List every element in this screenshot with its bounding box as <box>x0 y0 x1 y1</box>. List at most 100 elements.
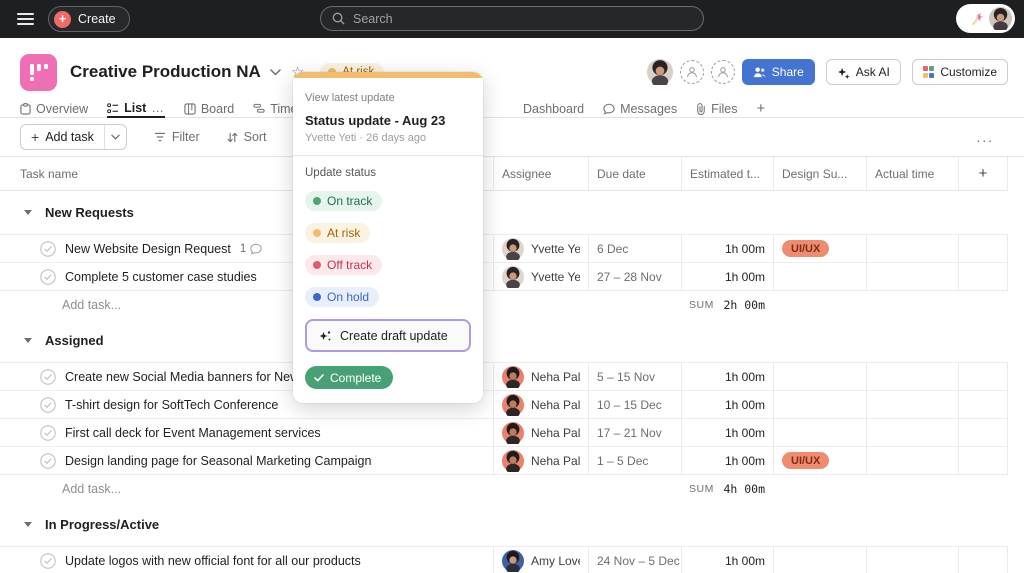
column-header-assignee[interactable]: Assignee <box>493 157 588 190</box>
check-circle-icon[interactable] <box>40 369 56 385</box>
assignee-cell[interactable]: Neha Pallavi <box>493 419 588 446</box>
status-update-title[interactable]: Status update - Aug 23 <box>305 113 471 128</box>
add-task-button[interactable]: + Add task <box>20 124 127 150</box>
status-option-at-risk[interactable]: At risk <box>305 223 370 243</box>
design-subtype-cell[interactable] <box>773 363 866 390</box>
tab-dashboard[interactable]: Dashboard <box>523 100 584 117</box>
column-header-estimated-time[interactable]: Estimated t... <box>681 157 773 190</box>
create-button[interactable]: + Create <box>48 6 130 32</box>
actual-time-cell[interactable] <box>866 391 958 418</box>
actual-time-cell[interactable] <box>866 419 958 446</box>
section-name[interactable]: Assigned <box>45 333 104 348</box>
task-title[interactable]: T-shirt design for SoftTech Conference <box>65 398 278 412</box>
design-subtype-cell[interactable] <box>773 391 866 418</box>
customize-button[interactable]: Customize <box>912 59 1008 85</box>
actual-time-cell[interactable] <box>866 235 958 262</box>
estimated-time-cell[interactable]: 1h 00m <box>681 391 773 418</box>
check-circle-icon[interactable] <box>40 397 56 413</box>
task-title[interactable]: Complete 5 customer case studies <box>65 270 257 284</box>
assignee-cell[interactable]: Neha Pallavi <box>493 391 588 418</box>
column-header-actual-time[interactable]: Actual time <box>866 157 958 190</box>
add-task-inline[interactable]: Add task... <box>0 475 493 503</box>
create-draft-update-button[interactable]: Create draft update <box>305 319 471 352</box>
estimated-time-cell[interactable]: 1h 00m <box>681 447 773 474</box>
check-circle-icon[interactable] <box>40 553 56 569</box>
due-date-cell[interactable]: 10 – 15 Dec <box>588 391 681 418</box>
design-subtype-cell[interactable] <box>773 263 866 290</box>
check-circle-icon[interactable] <box>40 453 56 469</box>
check-icon <box>314 374 324 382</box>
share-button[interactable]: Share <box>742 59 815 85</box>
actual-time-cell[interactable] <box>866 263 958 290</box>
design-subtype-cell[interactable]: UI/UX <box>773 235 866 262</box>
task-name-cell[interactable]: First call deck for Event Management ser… <box>0 419 493 446</box>
estimated-time-cell[interactable]: 1h 00m <box>681 363 773 390</box>
design-subtype-cell[interactable] <box>773 547 866 573</box>
assignee-cell[interactable]: Neha Pallavi <box>493 447 588 474</box>
avatar[interactable] <box>647 59 673 85</box>
due-date-cell[interactable]: 5 – 15 Nov <box>588 363 681 390</box>
invite-member-icon[interactable] <box>680 60 704 84</box>
section-name[interactable]: New Requests <box>45 205 134 220</box>
section-collapse-icon[interactable] <box>24 338 32 343</box>
task-name-cell[interactable]: Design landing page for Seasonal Marketi… <box>0 447 493 474</box>
tab-board[interactable]: Board <box>184 100 234 117</box>
tab-files[interactable]: Files <box>696 100 737 117</box>
task-title[interactable]: First call deck for Event Management ser… <box>65 426 321 440</box>
check-circle-icon[interactable] <box>40 269 56 285</box>
tab-list[interactable]: List … <box>107 101 165 118</box>
toolbar-overflow-button[interactable]: ... <box>976 129 994 145</box>
assignee-cell[interactable]: Yvette Yeti <box>493 235 588 262</box>
column-header-due-date[interactable]: Due date <box>588 157 681 190</box>
chevron-down-icon[interactable] <box>270 69 281 76</box>
add-task-dropdown[interactable] <box>104 125 126 149</box>
design-subtype-cell[interactable] <box>773 419 866 446</box>
section-collapse-icon[interactable] <box>24 210 32 215</box>
profile-button[interactable] <box>956 4 1015 33</box>
tab-overview[interactable]: Overview <box>20 100 88 117</box>
tab-messages[interactable]: Messages <box>603 100 677 117</box>
hamburger-menu-icon[interactable] <box>17 13 34 25</box>
due-date-cell[interactable]: 27 – 28 Nov <box>588 263 681 290</box>
estimated-time-cell[interactable]: 1h 00m <box>681 419 773 446</box>
search-input[interactable]: Search <box>320 6 704 31</box>
check-circle-icon[interactable] <box>40 425 56 441</box>
column-header-design-su[interactable]: Design Su... <box>773 157 866 190</box>
assignee-cell[interactable]: Amy Love <box>493 547 588 573</box>
sort-button[interactable]: Sort <box>227 130 267 144</box>
due-date-cell[interactable]: 1 – 5 Dec <box>588 447 681 474</box>
ask-ai-button[interactable]: Ask AI <box>826 59 901 85</box>
task-name-cell[interactable]: Update logos with new official font for … <box>0 547 493 573</box>
design-subtype-cell[interactable]: UI/UX <box>773 447 866 474</box>
estimated-time-cell[interactable]: 1h 00m <box>681 547 773 573</box>
task-title[interactable]: New Website Design Request <box>65 242 231 256</box>
status-option-off-track[interactable]: Off track <box>305 255 382 275</box>
add-tab-button[interactable]: + <box>757 100 766 117</box>
assignee-cell[interactable]: Neha Pallavi <box>493 363 588 390</box>
complete-status-option[interactable]: Complete <box>305 366 393 389</box>
estimated-time-cell[interactable]: 1h 00m <box>681 235 773 262</box>
section-name[interactable]: In Progress/Active <box>45 517 159 532</box>
avatar <box>502 238 524 260</box>
estimated-time-cell[interactable]: 1h 00m <box>681 263 773 290</box>
view-latest-update-link[interactable]: View latest update <box>305 92 471 104</box>
due-date-cell[interactable]: 17 – 21 Nov <box>588 419 681 446</box>
invite-member-icon[interactable] <box>711 60 735 84</box>
actual-time-cell[interactable] <box>866 363 958 390</box>
assignee-cell[interactable]: Yvette Yeti <box>493 263 588 290</box>
section-collapse-icon[interactable] <box>24 522 32 527</box>
due-date-cell[interactable]: 6 Dec <box>588 235 681 262</box>
task-title[interactable]: Design landing page for Seasonal Marketi… <box>65 454 371 468</box>
task-title[interactable]: Update logos with new official font for … <box>65 554 361 568</box>
check-circle-icon[interactable] <box>40 241 56 257</box>
actual-time-cell[interactable] <box>866 547 958 573</box>
status-option-on-track[interactable]: On track <box>305 191 382 211</box>
due-date-cell[interactable]: 24 Nov – 5 Dec <box>588 547 681 573</box>
sparkle-icon <box>837 66 850 79</box>
tab-menu-icon[interactable]: … <box>151 101 165 115</box>
filter-button[interactable]: Filter <box>154 130 200 144</box>
project-icon[interactable] <box>20 54 57 91</box>
add-column-button[interactable]: + <box>958 157 1008 190</box>
actual-time-cell[interactable] <box>866 447 958 474</box>
status-option-on-hold[interactable]: On hold <box>305 287 379 307</box>
